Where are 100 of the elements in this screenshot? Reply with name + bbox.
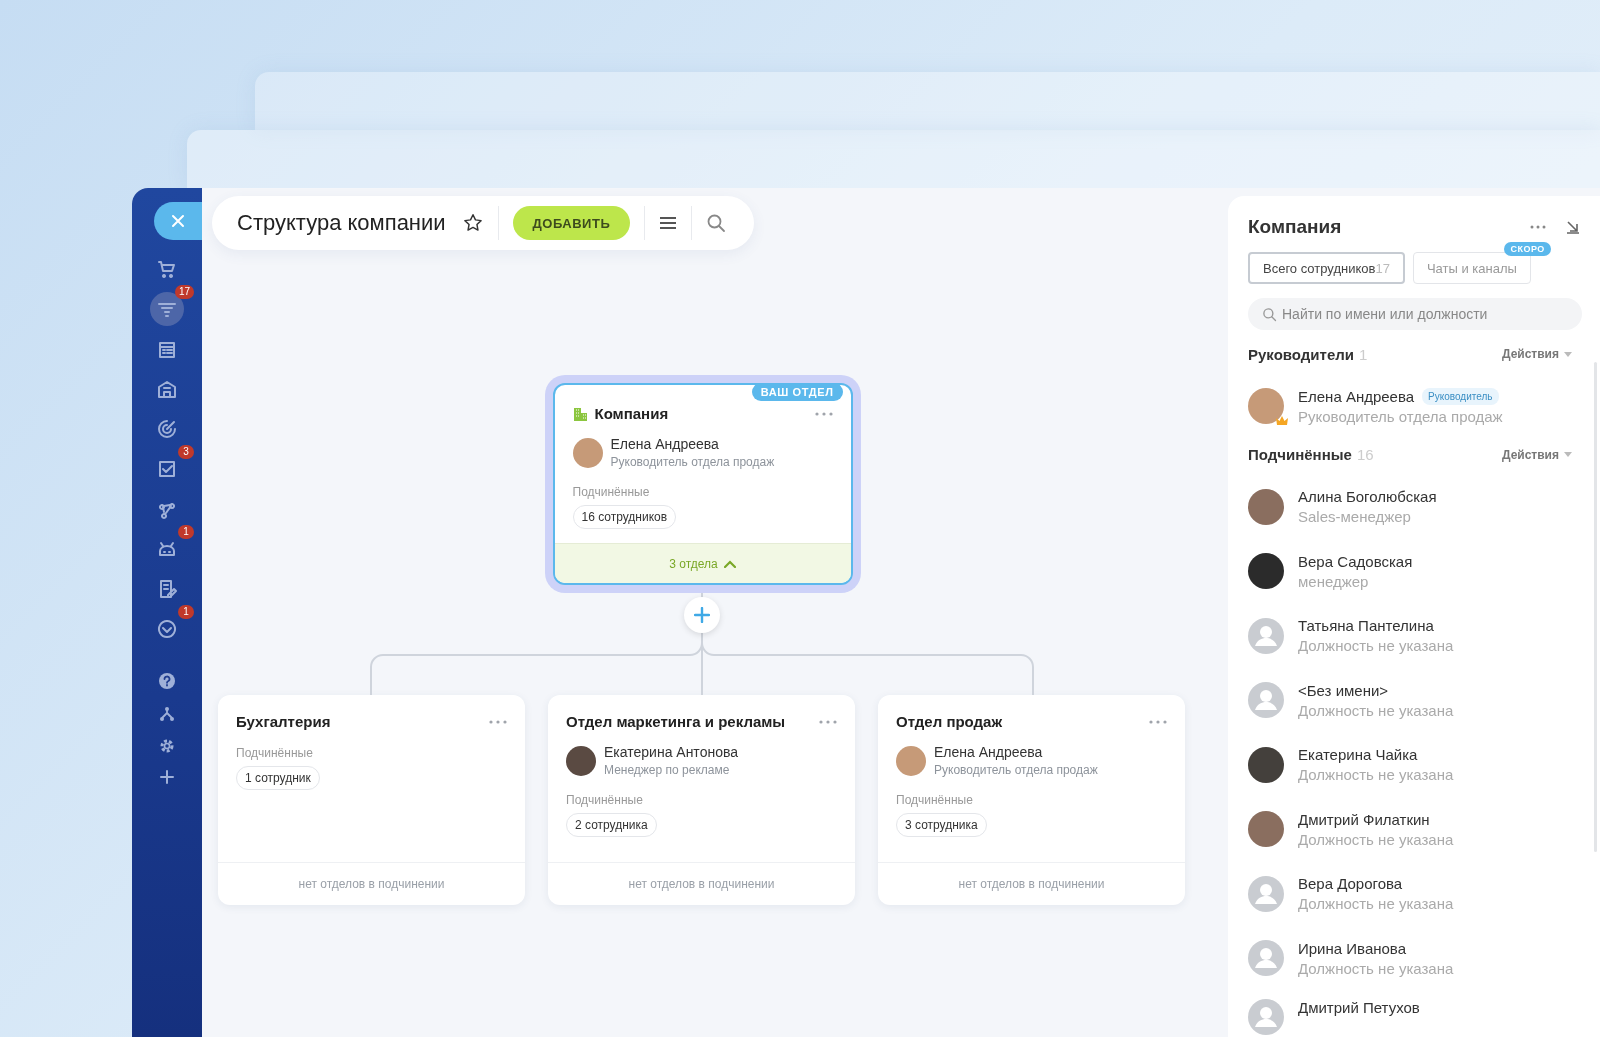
department-title: Отдел маркетинга и рекламы — [566, 713, 786, 730]
employee-row[interactable]: Татьяна Пантелина Должность не указана — [1248, 603, 1594, 668]
target-icon — [156, 418, 178, 440]
your-department-badge: ВАШ ОТДЕЛ — [751, 385, 843, 401]
employee-position: Должность не указана — [1298, 830, 1454, 848]
department-title: Бухгалтерия — [236, 713, 331, 730]
search-icon — [1262, 307, 1277, 322]
head-role: Менеджер по рекламе — [604, 763, 731, 777]
subordinates-label: Подчинённые — [565, 792, 644, 807]
help-icon[interactable] — [158, 672, 176, 690]
employee-row[interactable]: Ирина Иванова Должность не указана — [1248, 926, 1594, 991]
department-card[interactable]: Отдел продаж Елена Андреева Руководитель отдела продаж Подчинённые 3 сотрудника нет отделов в подчинении — [878, 695, 1185, 905]
department-title: Компания — [594, 405, 669, 422]
building-icon — [572, 405, 589, 422]
employee-name: Екатерина Чайка — [1298, 746, 1418, 764]
avatar-photo — [1248, 746, 1284, 783]
department-card[interactable]: ВАШ ОТДЕЛ Компания Елена Андреева Руководитель отдела продаж Подчинённые 16 сотрудников 3 отдела — [552, 383, 853, 585]
star-icon[interactable] — [461, 212, 484, 234]
add-button[interactable]: ДОБАВИТЬ — [512, 206, 631, 240]
employee-row[interactable]: Алина Боголюбская Sales-менеджер — [1248, 474, 1594, 539]
chevron-icon — [723, 559, 736, 568]
employee-position: Должность не указана — [1298, 959, 1454, 977]
head-name: Екатерина Антонова — [604, 744, 738, 760]
no-subdepartments-text: нет отделов в подчинении — [298, 877, 445, 891]
settings-icon[interactable] — [159, 738, 175, 754]
avatar-photo — [572, 437, 603, 468]
panel-title: Компания — [1248, 216, 1342, 238]
employee-position: Должность не указана — [1298, 701, 1454, 719]
employee-row[interactable]: Дмитрий Филаткин Должность не указана — [1248, 797, 1594, 862]
more-icon[interactable] — [1530, 225, 1546, 229]
search-field[interactable]: Найти по имени или должности — [1248, 298, 1582, 330]
employee-name: Вера Садовская — [1298, 552, 1413, 570]
actions-dropdown[interactable]: Действия — [1501, 447, 1572, 462]
more-icon[interactable] — [819, 719, 837, 724]
employee-name: <Без имени> — [1298, 681, 1389, 699]
employee-position: Должность не указана — [1298, 637, 1454, 655]
more-icon[interactable] — [814, 411, 833, 416]
head-role: Руководитель отдела продаж — [610, 455, 775, 469]
employee-row[interactable]: Елена Андреева Руководитель Руководитель отдела продаж — [1248, 374, 1594, 439]
department-card[interactable]: Бухгалтерия Подчинённые 1 сотрудник нет отделов в подчинении — [218, 695, 525, 905]
avatar-photo — [896, 745, 926, 776]
employee-position: менеджер — [1298, 572, 1370, 590]
employee-position: Руководитель отдела продаж — [1298, 407, 1503, 425]
collapse-icon[interactable] — [1566, 220, 1580, 234]
employee-position: Должность не указана — [1298, 895, 1454, 913]
caret-icon — [1564, 351, 1572, 357]
avatar-photo — [1248, 811, 1284, 848]
employee-row[interactable]: <Без имени> Должность не указана — [1248, 668, 1594, 733]
employee-name: Дмитрий Петухов — [1298, 998, 1420, 1016]
head-name: Елена Андреева — [934, 744, 1044, 760]
employee-row[interactable]: Екатерина Чайка Должность не указана — [1248, 732, 1594, 797]
avatar-photo — [1248, 488, 1284, 525]
avatar-photo — [1248, 553, 1284, 590]
head-name: Елена Андреева — [610, 436, 720, 452]
checkbox-icon — [156, 458, 178, 480]
employee-name: Елена Андреева — [1298, 387, 1415, 405]
user-silhouette-icon — [1248, 682, 1284, 719]
more-icon[interactable] — [489, 719, 507, 724]
caret-icon — [1564, 452, 1572, 457]
close-icon — [171, 214, 185, 228]
cart-icon — [156, 258, 178, 280]
more-icon[interactable] — [1149, 719, 1167, 724]
building-icon — [156, 378, 178, 400]
employee-row[interactable]: Вера Дорогова Должность не указана — [1248, 861, 1594, 926]
user-silhouette-icon — [1248, 940, 1284, 977]
actions-dropdown[interactable]: Действия — [1501, 347, 1572, 361]
section-title: Подчинённые — [1248, 446, 1352, 463]
head-role: Руководитель отдела продаж — [934, 763, 1098, 777]
notification-badge: 17 — [174, 285, 194, 299]
employee-name: Алина Боголюбская — [1298, 488, 1437, 506]
employee-row[interactable]: Вера Садовская менеджер — [1248, 539, 1594, 604]
employee-position: Sales-менеджер — [1298, 508, 1412, 526]
search-icon[interactable] — [706, 213, 727, 233]
soon-badge: СКОРО — [1504, 242, 1551, 256]
notification-badge: 1 — [178, 525, 194, 539]
plus-icon[interactable] — [160, 770, 174, 784]
employee-name: Ирина Иванова — [1298, 939, 1406, 957]
no-subdepartments-text: нет отделов в подчинении — [958, 877, 1105, 891]
plus-icon — [694, 607, 710, 623]
subordinates-label: Подчинённые — [235, 745, 314, 760]
close-button[interactable] — [154, 202, 202, 240]
employee-name: Вера Дорогова — [1298, 875, 1403, 893]
no-subdepartments-text: нет отделов в подчинении — [628, 877, 775, 891]
department-card[interactable]: Отдел маркетинга и рекламы Екатерина Антонова Менеджер по рекламе Подчинённые 2 сотрудника нет отделов в подчинении — [548, 695, 855, 905]
employee-row[interactable]: Дмитрий Петухов — [1248, 990, 1594, 1037]
hierarchy-icon[interactable] — [159, 706, 175, 722]
add-department-button[interactable] — [684, 597, 720, 633]
role-tag: Руководитель — [1422, 387, 1499, 405]
user-silhouette-icon — [1248, 875, 1284, 912]
employee-position: Должность не указана — [1298, 766, 1454, 784]
avatar-photo — [1248, 388, 1284, 425]
employee-name: Татьяна Пантелина — [1298, 617, 1434, 635]
subordinates-label: Подчинённые — [895, 792, 974, 807]
panel-tab[interactable]: Всего сотрудников17 — [1248, 252, 1405, 284]
employee-name: Дмитрий Филаткин — [1298, 810, 1430, 828]
avatar-photo — [566, 745, 596, 776]
menu-icon[interactable] — [659, 216, 678, 230]
notification-badge: 1 — [178, 605, 194, 619]
page-title: Структура компании — [237, 210, 446, 236]
user-silhouette-icon — [1248, 617, 1284, 654]
